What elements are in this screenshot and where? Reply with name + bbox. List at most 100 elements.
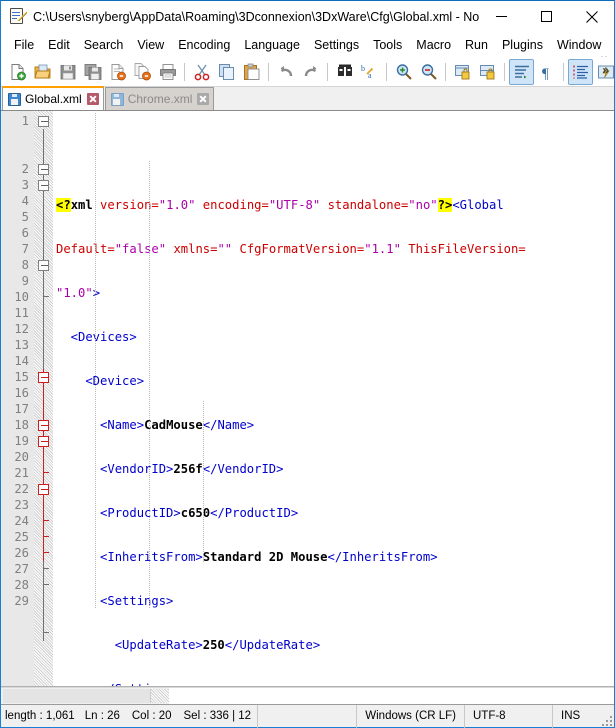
close-tab-icon[interactable]: [86, 93, 99, 105]
scrollbar-thumb[interactable]: [3, 689, 151, 703]
menu-encoding[interactable]: Encoding: [171, 35, 237, 55]
close-tab-icon[interactable]: [197, 93, 210, 105]
fold-collapse-icon[interactable]: [38, 180, 49, 191]
fold-collapse-icon[interactable]: [38, 436, 49, 447]
line-number: 18: [14, 418, 29, 432]
sync-vertical-icon[interactable]: [450, 59, 475, 85]
line-number: 17: [14, 402, 29, 416]
menu-run[interactable]: Run: [458, 35, 495, 55]
status-insert-mode: INS: [561, 710, 581, 722]
tab-global-xml[interactable]: Global.xml: [2, 86, 104, 110]
maximize-button[interactable]: [524, 1, 569, 32]
close-all-icon[interactable]: [130, 59, 155, 85]
menu-window[interactable]: Window: [550, 35, 608, 55]
saved-file-icon: [110, 92, 124, 106]
minimize-button[interactable]: [479, 1, 524, 32]
fold-marker-line18: [34, 417, 53, 433]
line-number: 24: [14, 514, 29, 528]
line-number: 27: [14, 562, 29, 576]
line-number: 15: [14, 370, 29, 384]
toolbar-separator: [563, 62, 564, 81]
fold-collapse-icon[interactable]: [38, 116, 49, 127]
print-icon[interactable]: [155, 59, 180, 85]
paste-icon[interactable]: [239, 59, 264, 85]
horizontal-scrollbar[interactable]: [1, 687, 614, 704]
code-text-area[interactable]: <?xml version="1.0" encoding="UTF-8" sta…: [53, 111, 614, 686]
line-number: 23: [14, 498, 29, 512]
toolbar-separator: [504, 62, 505, 81]
save-icon[interactable]: [55, 59, 80, 85]
fold-collapse-icon[interactable]: [38, 372, 49, 383]
redo-icon[interactable]: [298, 59, 323, 85]
fold-marker-line8: [34, 257, 53, 273]
line-number: [1, 129, 34, 145]
replace-icon[interactable]: b a: [357, 59, 382, 85]
menu-help[interactable]: ?: [608, 35, 615, 55]
code-line-8: <Settings>: [56, 594, 174, 608]
status-encoding: UTF-8: [465, 704, 553, 728]
status-spacer: [258, 705, 356, 728]
svg-text:¶: ¶: [542, 66, 549, 81]
menu-language[interactable]: Language: [237, 35, 307, 55]
fold-marker-line1: [34, 113, 53, 129]
toolbar-separator: [445, 62, 446, 81]
line-number: 6: [21, 226, 29, 240]
line-number: 22: [14, 482, 29, 496]
undo-icon[interactable]: [273, 59, 298, 85]
notepadpp-window: C:\Users\snyberg\AppData\Roaming\3Dconne…: [0, 0, 615, 728]
resize-grip-icon[interactable]: [599, 705, 614, 728]
close-file-icon[interactable]: [105, 59, 130, 85]
fold-collapse-icon[interactable]: [38, 260, 49, 271]
open-file-icon[interactable]: [30, 59, 55, 85]
line-number: 26: [14, 546, 29, 560]
code-line-4: <Name>CadMouse</Name>: [56, 418, 255, 432]
copy-icon[interactable]: [214, 59, 239, 85]
fold-collapse-icon[interactable]: [38, 164, 49, 175]
find-icon[interactable]: [332, 59, 357, 85]
code-line-3: <Device>: [56, 374, 145, 388]
menu-view[interactable]: View: [130, 35, 171, 55]
cut-icon[interactable]: [189, 59, 214, 85]
menu-plugins[interactable]: Plugins: [495, 35, 550, 55]
tab-chrome-xml[interactable]: Chrome.xml: [104, 87, 215, 110]
status-line: Ln : 26: [84, 710, 120, 722]
close-button[interactable]: [569, 1, 614, 32]
menu-settings[interactable]: Settings: [307, 35, 366, 55]
fold-margin[interactable]: [34, 111, 53, 686]
toolbar-separator: [327, 62, 328, 81]
code-line-9: <UpdateRate>250</UpdateRate>: [56, 638, 321, 652]
code-line-1c: "1.0">: [56, 286, 101, 300]
word-wrap-icon[interactable]: [509, 58, 534, 85]
fold-collapse-icon[interactable]: [38, 420, 49, 431]
tab-label: Global.xml: [25, 92, 82, 106]
line-number: 1: [21, 114, 29, 128]
code-line-2: <Devices>: [56, 330, 137, 344]
line-number: 16: [14, 386, 29, 400]
line-number: 2: [21, 162, 29, 176]
menu-tools[interactable]: Tools: [366, 35, 409, 55]
fold-collapse-icon[interactable]: [38, 484, 49, 495]
sync-horizontal-icon[interactable]: [475, 59, 500, 85]
zoom-out-icon[interactable]: [416, 59, 441, 85]
code-line-5: <VendorID>256f</VendorID>: [56, 462, 284, 476]
indent-guide-icon[interactable]: [568, 58, 593, 85]
menu-search[interactable]: Search: [77, 35, 131, 55]
save-all-icon[interactable]: [80, 59, 105, 85]
show-all-chars-icon[interactable]: ¶: [534, 59, 559, 85]
new-file-icon[interactable]: [5, 59, 30, 85]
toolbar-separator: [268, 62, 269, 81]
editor-area[interactable]: 1 2 3 4 5 6 7 8 9 10 11 12 13 14 15 16 1…: [1, 111, 614, 687]
tab-bar: Global.xml Chrome.xml: [1, 86, 614, 111]
scrollbar-track[interactable]: [169, 688, 614, 704]
status-selection: Sel : 336 | 12: [178, 704, 259, 728]
line-number-gutter: 1 2 3 4 5 6 7 8 9 10 11 12 13 14 15 16 1…: [1, 111, 34, 686]
toolbar-separator: [386, 62, 387, 81]
zoom-in-icon[interactable]: [391, 59, 416, 85]
code-line-1: <?xml version="1.0" encoding="UTF-8" sta…: [56, 198, 504, 212]
menu-macro[interactable]: Macro: [409, 35, 458, 55]
line-number: 21: [14, 466, 29, 480]
toolbar-overflow-icon[interactable]: »: [602, 63, 609, 77]
menu-file[interactable]: File: [7, 35, 41, 55]
scrollbar-grip-icon[interactable]: [151, 689, 169, 703]
menu-edit[interactable]: Edit: [41, 35, 77, 55]
